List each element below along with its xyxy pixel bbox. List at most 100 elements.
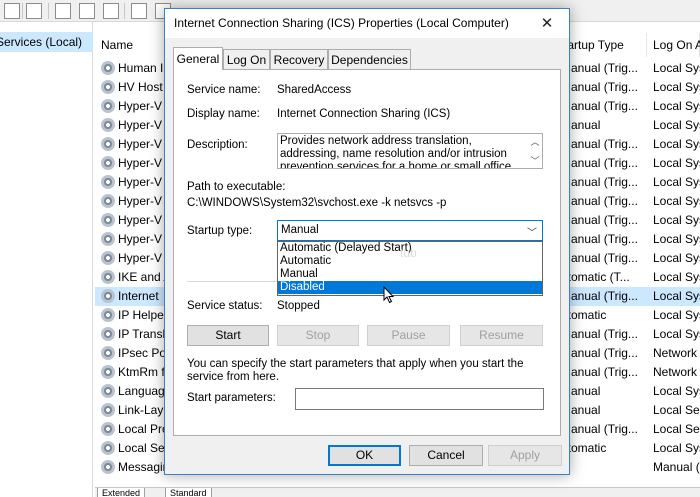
- log-on-as-cell: Local Sys: [653, 156, 700, 170]
- gear-icon: [101, 156, 115, 170]
- log-on-as-cell: Local Sys: [653, 61, 700, 75]
- startup-type-cell: Manual (Trig...: [561, 80, 638, 94]
- column-header-startup-type[interactable]: Startup Type: [556, 33, 647, 57]
- startup-type-cell: Manual (Trig...: [561, 251, 638, 265]
- properties-icon[interactable]: [55, 3, 71, 19]
- start-parameters-input[interactable]: [295, 388, 544, 410]
- gear-icon: [101, 460, 115, 474]
- refresh-icon[interactable]: [79, 3, 95, 19]
- log-on-as-cell: Local Sys: [653, 175, 700, 189]
- startup-type-cell: Manual (Trig...: [561, 61, 638, 75]
- toolbar-separator: [124, 3, 125, 19]
- startup-type-cell: utomatic: [561, 441, 607, 455]
- general-panel: Service name: SharedAccess Display name:…: [173, 69, 561, 436]
- apply-button[interactable]: Apply: [488, 445, 562, 466]
- scroll-up-icon[interactable]: ︿: [530, 135, 540, 148]
- gear-icon: [101, 232, 115, 246]
- show-tree-icon[interactable]: [26, 3, 42, 19]
- gear-icon: [101, 384, 115, 398]
- startup-type-cell: Manual (Trig...: [561, 175, 638, 189]
- log-on-as-cell: Local Sys: [653, 270, 700, 284]
- view-tabs: Extended Standard: [95, 487, 700, 497]
- display-name-value: Internet Connection Sharing (ICS): [277, 108, 451, 120]
- log-on-as-cell: Network: [653, 346, 698, 360]
- service-name-value: SharedAccess: [277, 84, 352, 96]
- path-value: C:\WINDOWS\System32\svchost.exe -k netsv…: [187, 197, 447, 209]
- log-on-as-cell: Local Sys: [653, 137, 700, 151]
- startup-type-cell: Manual: [561, 118, 601, 132]
- column-header-label: Name: [101, 38, 134, 52]
- log-on-as-cell: Local Sys: [653, 327, 700, 341]
- startup-type-cell: Manual: [561, 403, 601, 417]
- tree-item-services-local[interactable]: Services (Local): [0, 32, 93, 52]
- description-text: Provides network address translation, ad…: [280, 135, 512, 169]
- gear-icon: [101, 194, 115, 208]
- startup-type-cell: Manual: [561, 384, 601, 398]
- close-icon[interactable]: ✕: [525, 9, 569, 38]
- log-on-as-cell: Local Sys: [653, 308, 700, 322]
- startup-type-cell: Manual (Trig...: [561, 232, 638, 246]
- column-header-log-on-as[interactable]: Log On As: [647, 33, 700, 57]
- service-status-label: Service status:: [187, 300, 263, 312]
- tab-dependencies[interactable]: Dependencies: [328, 49, 411, 69]
- tab-general[interactable]: General: [173, 47, 223, 70]
- chevron-down-icon: ﹀: [527, 228, 537, 239]
- dialog-title: Internet Connection Sharing (ICS) Proper…: [174, 16, 509, 30]
- log-on-as-cell: Local Sys: [653, 99, 700, 113]
- pause-button[interactable]: Pause: [367, 325, 450, 346]
- tree-item-label: Services (Local): [0, 35, 83, 49]
- startup-type-label: Startup type:: [187, 225, 253, 237]
- help-text: You can specify the start parameters tha…: [187, 358, 524, 383]
- log-on-as-cell: Local Ser: [653, 422, 700, 436]
- tab-extended[interactable]: Extended: [97, 488, 146, 497]
- option-disabled[interactable]: Disabled: [278, 281, 542, 294]
- startup-type-cell: Manual (Trig...: [561, 289, 638, 303]
- back-icon[interactable]: [4, 3, 20, 19]
- startup-type-cell: Manual (Trig...: [561, 213, 638, 227]
- gear-icon: [101, 213, 115, 227]
- tab-standard[interactable]: Standard: [165, 488, 212, 497]
- stop-button[interactable]: Stop: [277, 325, 359, 346]
- help-icon[interactable]: [131, 3, 147, 19]
- export-icon[interactable]: [103, 3, 119, 19]
- path-label: Path to executable:: [187, 181, 286, 193]
- service-status-value: Stopped: [277, 300, 320, 312]
- mouse-cursor-icon: [383, 286, 395, 304]
- dialog-titlebar[interactable]: Internet Connection Sharing (ICS) Proper…: [165, 9, 569, 38]
- gear-icon: [101, 175, 115, 189]
- startup-type-cell: Manual (Trig...: [561, 365, 638, 379]
- toolbar-separator: [48, 3, 49, 19]
- display-name-label: Display name:: [187, 108, 260, 120]
- ok-button[interactable]: OK: [328, 445, 401, 466]
- gear-icon: [101, 365, 115, 379]
- resume-button[interactable]: Resume: [460, 325, 543, 346]
- gear-icon: [101, 422, 115, 436]
- log-on-as-cell: Local Sys: [653, 289, 700, 303]
- log-on-as-cell: Local Sys: [653, 194, 700, 208]
- option-manual[interactable]: Manual: [278, 268, 542, 281]
- startup-type-value: Manual: [281, 224, 319, 236]
- gear-icon: [101, 99, 115, 113]
- startup-type-cell: Manual (Trig...: [561, 137, 638, 151]
- scroll-down-icon[interactable]: ﹀: [530, 154, 540, 167]
- log-on-as-cell: Network: [653, 365, 698, 379]
- description-box[interactable]: Provides network address translation, ad…: [277, 133, 543, 169]
- log-on-as-cell: Local Ser: [653, 403, 700, 417]
- gear-icon: [101, 251, 115, 265]
- service-name-label: Service name:: [187, 84, 261, 96]
- tab-recovery[interactable]: Recovery: [270, 49, 328, 69]
- description-scrollbar[interactable]: ︿ ﹀: [528, 134, 542, 168]
- start-button[interactable]: Start: [187, 325, 269, 346]
- log-on-as-cell: Local Sys: [653, 213, 700, 227]
- cancel-button[interactable]: Cancel: [409, 445, 483, 466]
- startup-type-select[interactable]: Manual ﹀: [277, 220, 543, 241]
- console-tree: Services (Local): [0, 22, 93, 497]
- startup-type-cell: Manual (Trig...: [561, 156, 638, 170]
- tab-log-on[interactable]: Log On: [223, 49, 270, 69]
- gear-icon: [101, 289, 115, 303]
- log-on-as-cell: Local Sys: [653, 441, 700, 455]
- description-label: Description:: [187, 139, 248, 151]
- gear-icon: [101, 61, 115, 75]
- log-on-as-cell: Local Sys: [653, 384, 700, 398]
- startup-type-cell: Manual (Trig...: [561, 99, 638, 113]
